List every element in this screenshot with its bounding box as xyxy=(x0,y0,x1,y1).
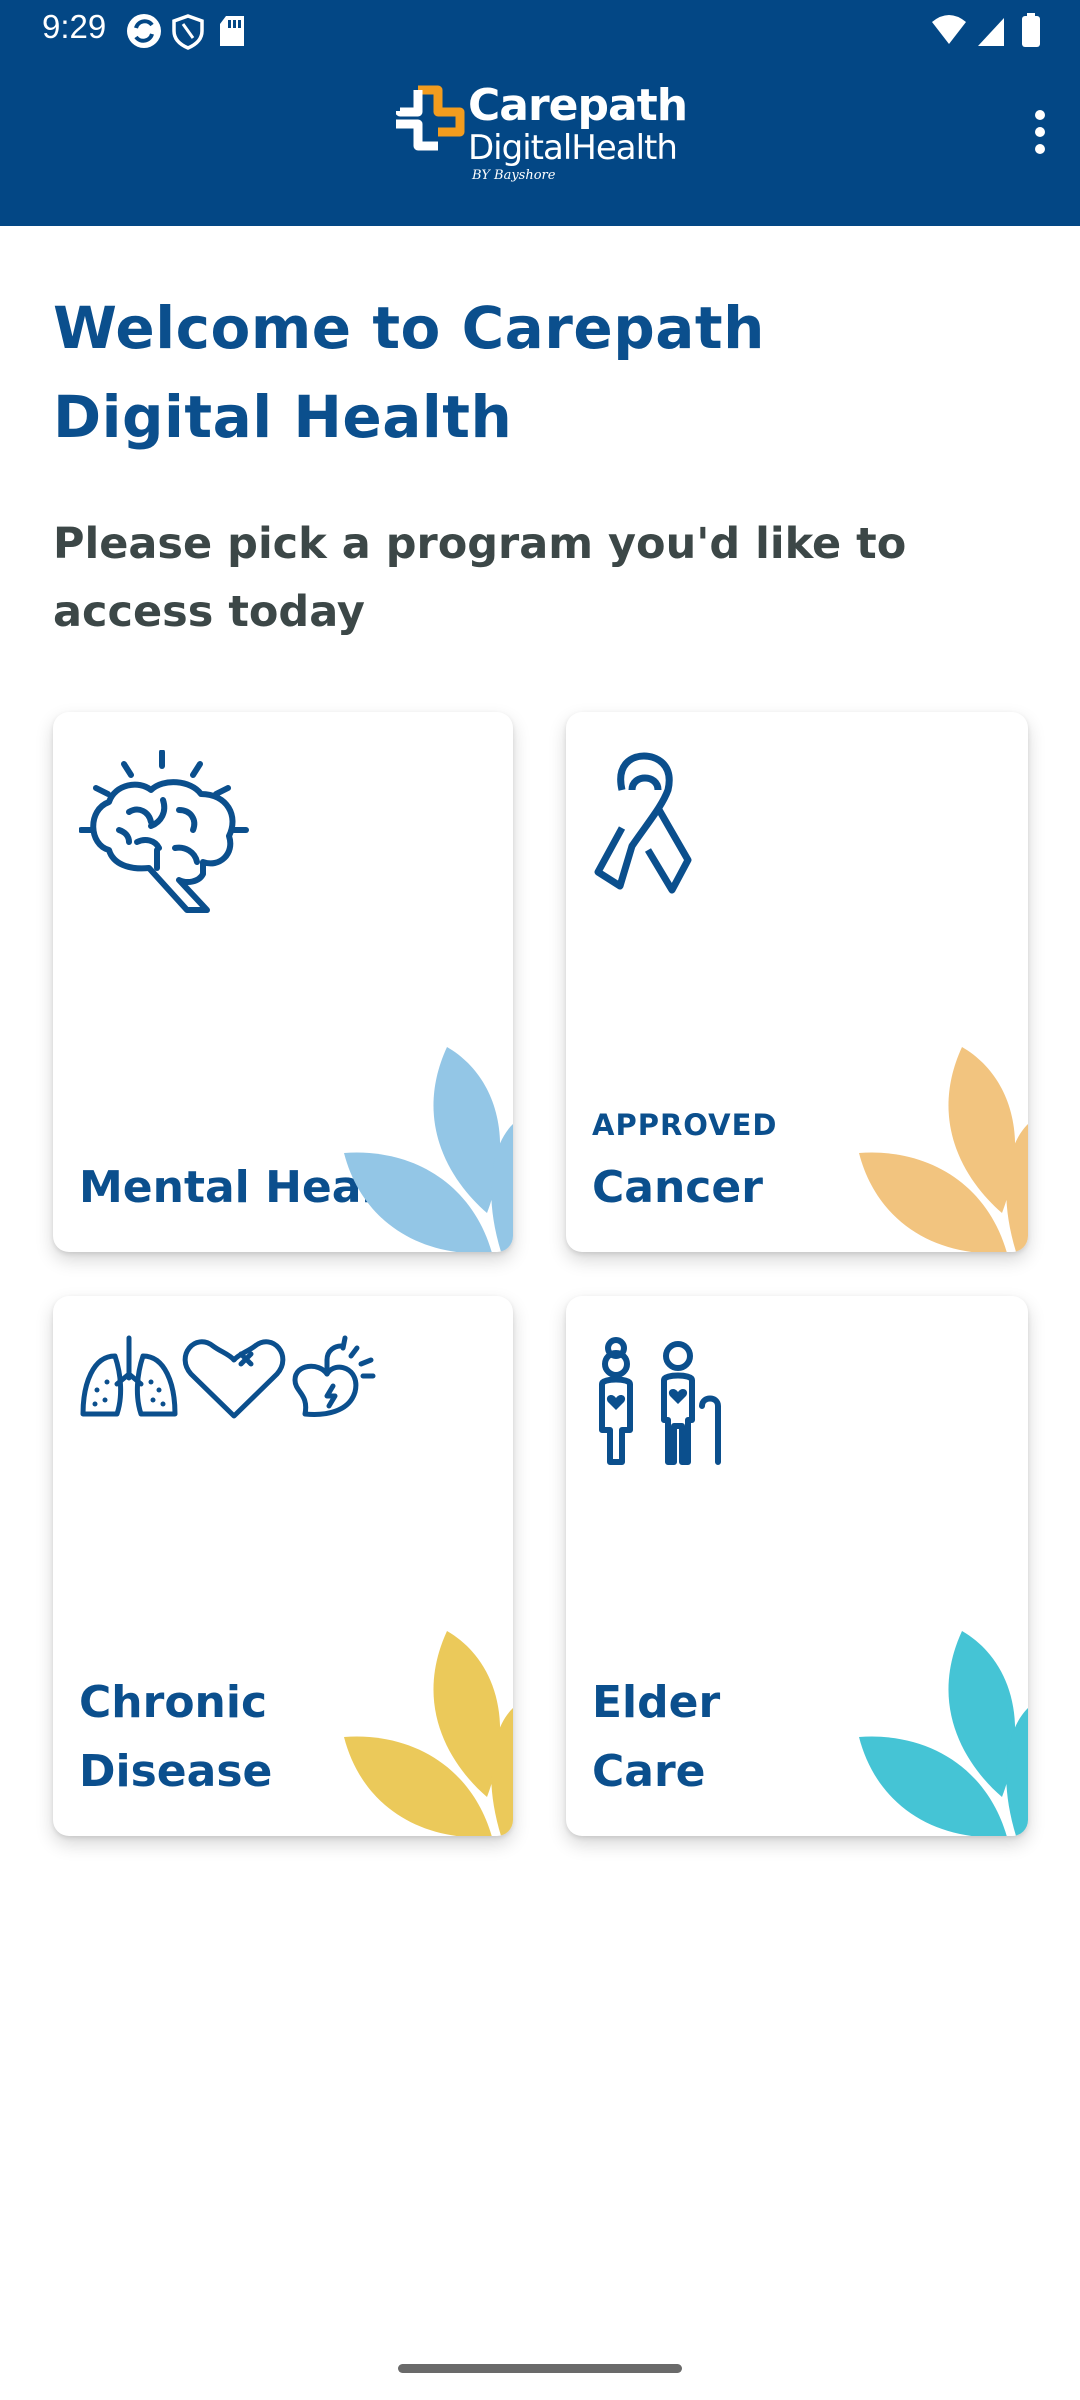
shield-icon xyxy=(172,14,204,50)
ribbon-icon xyxy=(594,752,692,894)
organs-icon xyxy=(80,1335,376,1419)
elderly-couple-icon xyxy=(599,1337,721,1465)
program-card-chronic-disease[interactable]: Chronic Disease xyxy=(53,1296,513,1836)
program-card-elder-care[interactable]: Elder Care xyxy=(566,1296,1028,1836)
status-time: 9:29 xyxy=(42,8,107,45)
app-bar: 9:29 Carepath DigitalHealth BY Bayshore xyxy=(0,0,1080,226)
wifi-icon xyxy=(932,15,966,44)
leaf-decoration-icon xyxy=(859,1047,1028,1252)
leaf-decoration-icon xyxy=(344,1047,513,1252)
logo-text-bayshore: BY Bayshore xyxy=(472,168,556,183)
battery-icon xyxy=(1022,16,1040,47)
sd-card-icon xyxy=(220,16,244,46)
signal-icon xyxy=(978,18,1004,46)
program-card-cancer[interactable]: APPROVED Cancer xyxy=(566,712,1028,1252)
brain-icon xyxy=(79,750,249,913)
page-title: Welcome to Carepath Digital Health xyxy=(53,294,765,451)
status-bar: 9:29 xyxy=(0,0,1080,62)
leaf-decoration-icon xyxy=(344,1631,513,1836)
logo-text-digitalhealth: DigitalHealth xyxy=(468,128,678,168)
sync-icon xyxy=(127,14,161,48)
carepath-logo: Carepath DigitalHealth BY Bayshore xyxy=(396,80,688,192)
more-vert-icon xyxy=(1035,110,1045,120)
status-system-icons xyxy=(932,13,1040,47)
logo-text-carepath: Carepath xyxy=(468,80,688,131)
page-subtitle: Please pick a program you'd like to acce… xyxy=(53,519,907,637)
status-notification-icons xyxy=(127,14,244,50)
program-card-label: Elder Care xyxy=(592,1677,721,1797)
overflow-menu-button[interactable] xyxy=(1028,110,1052,160)
gesture-nav-handle[interactable] xyxy=(398,2364,682,2373)
program-card-label: Cancer xyxy=(592,1162,763,1213)
program-card-label: Chronic Disease xyxy=(79,1677,273,1797)
logo-mark-icon xyxy=(396,85,465,151)
program-card-mental-health[interactable]: Mental Health xyxy=(53,712,513,1252)
approved-badge: APPROVED xyxy=(592,1108,778,1142)
leaf-decoration-icon xyxy=(859,1631,1028,1836)
